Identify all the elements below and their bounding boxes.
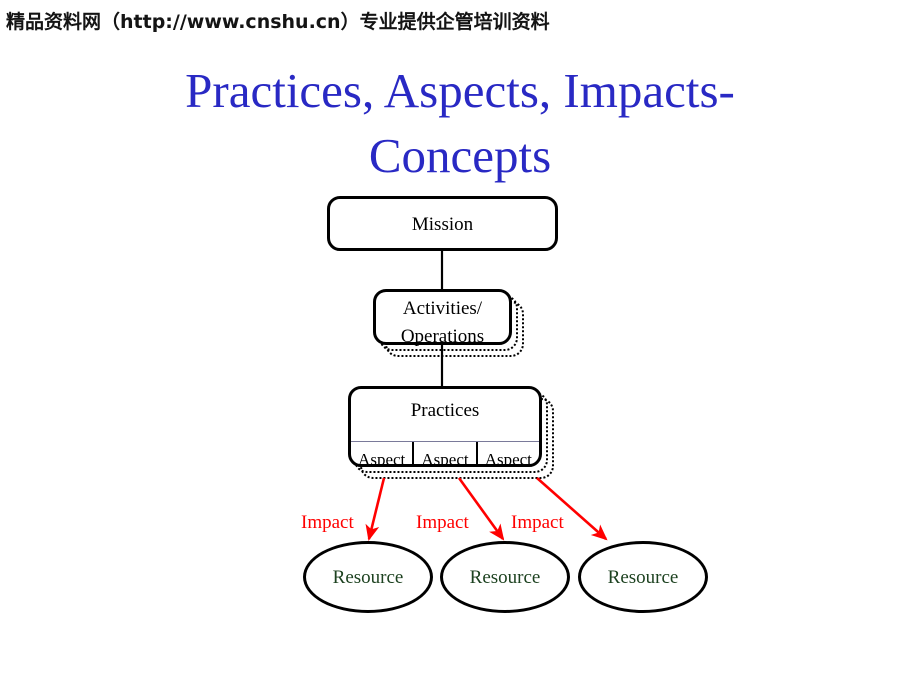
aspect-cell-3-label: Aspect xyxy=(484,450,532,467)
node-activities-label-line-1: Activities/ xyxy=(402,298,483,319)
node-practices-header: Practices xyxy=(351,399,539,442)
aspect-cell-2-label: Aspect xyxy=(421,450,469,467)
node-mission-label: Mission xyxy=(411,214,474,235)
node-practices[interactable]: Practices Aspect Aspect Aspect xyxy=(348,386,542,467)
aspect-cell-2[interactable]: Aspect xyxy=(412,442,475,467)
node-practices-label: Practices xyxy=(410,400,480,421)
page-title: Practices, Aspects, Impacts- Concepts xyxy=(60,58,860,188)
node-resource-1[interactable]: Resource xyxy=(303,541,433,613)
aspect-row: Aspect Aspect Aspect xyxy=(351,442,539,467)
page-title-line-2: Concepts xyxy=(368,128,552,183)
impact-arrow-1 xyxy=(365,477,386,542)
impact-label-2: Impact xyxy=(416,512,469,533)
node-resource-3[interactable]: Resource xyxy=(578,541,708,613)
watermark-banner: 精品资料网（http://www.cnshu.cn）专业提供企管培训资料 xyxy=(6,11,550,33)
impact-label-1: Impact xyxy=(301,512,354,533)
aspect-cell-1[interactable]: Aspect xyxy=(351,442,412,467)
node-activities-operations[interactable]: Activities/ Operations xyxy=(373,289,512,347)
impact-label-3: Impact xyxy=(511,512,564,533)
node-resource-2[interactable]: Resource xyxy=(440,541,570,613)
slide-canvas: 精品资料网（http://www.cnshu.cn）专业提供企管培训资料 Pra… xyxy=(0,0,920,690)
node-activities-label-line-2: Operations xyxy=(400,326,485,347)
aspect-cell-3[interactable]: Aspect xyxy=(475,442,539,467)
page-title-line-1: Practices, Aspects, Impacts- xyxy=(185,63,735,118)
node-mission[interactable]: Mission xyxy=(327,196,558,251)
aspect-cell-1-label: Aspect xyxy=(358,450,406,467)
node-resource-2-label: Resource xyxy=(469,566,541,588)
node-resource-3-label: Resource xyxy=(607,566,679,588)
node-resource-1-label: Resource xyxy=(332,566,404,588)
